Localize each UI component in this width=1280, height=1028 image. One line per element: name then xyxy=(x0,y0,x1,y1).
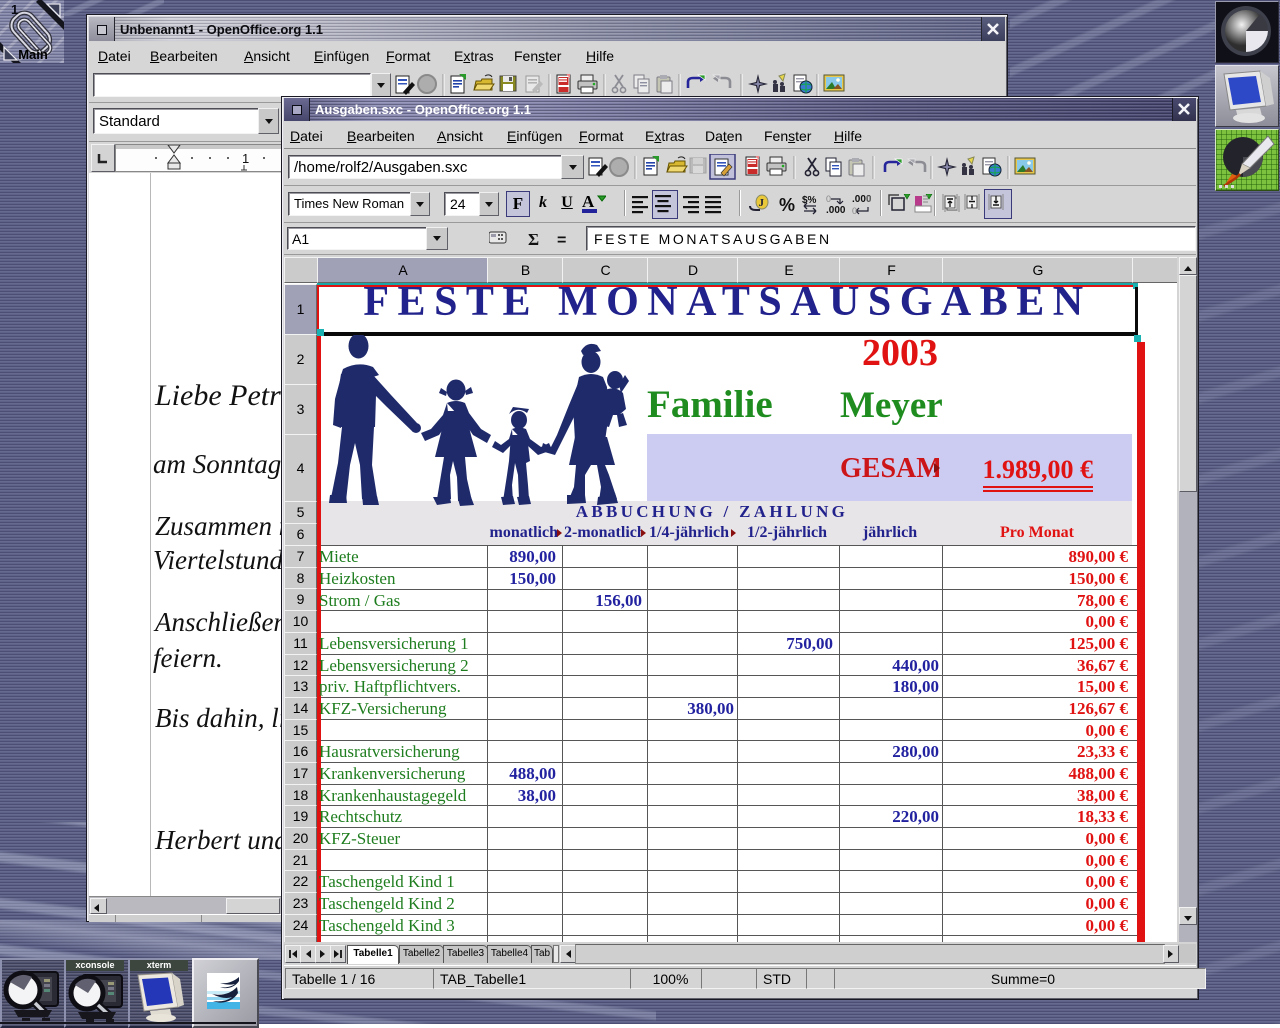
svg-text:.000: .000 xyxy=(826,205,846,216)
svg-text:Σ: Σ xyxy=(528,230,539,249)
svg-text:=: = xyxy=(557,232,566,249)
svg-text:1: 1 xyxy=(11,2,18,17)
svg-text:%: % xyxy=(779,195,795,215)
svg-text:A: A xyxy=(582,192,595,211)
svg-text:0: 0 xyxy=(852,206,857,216)
svg-text:J: J xyxy=(759,197,765,209)
svg-text:Main: Main xyxy=(18,47,48,62)
svg-text:$%: $% xyxy=(802,195,817,206)
svg-text:0: 0 xyxy=(826,194,831,204)
svg-text:1: 1 xyxy=(242,151,249,166)
svg-text:0: 0 xyxy=(866,194,871,204)
